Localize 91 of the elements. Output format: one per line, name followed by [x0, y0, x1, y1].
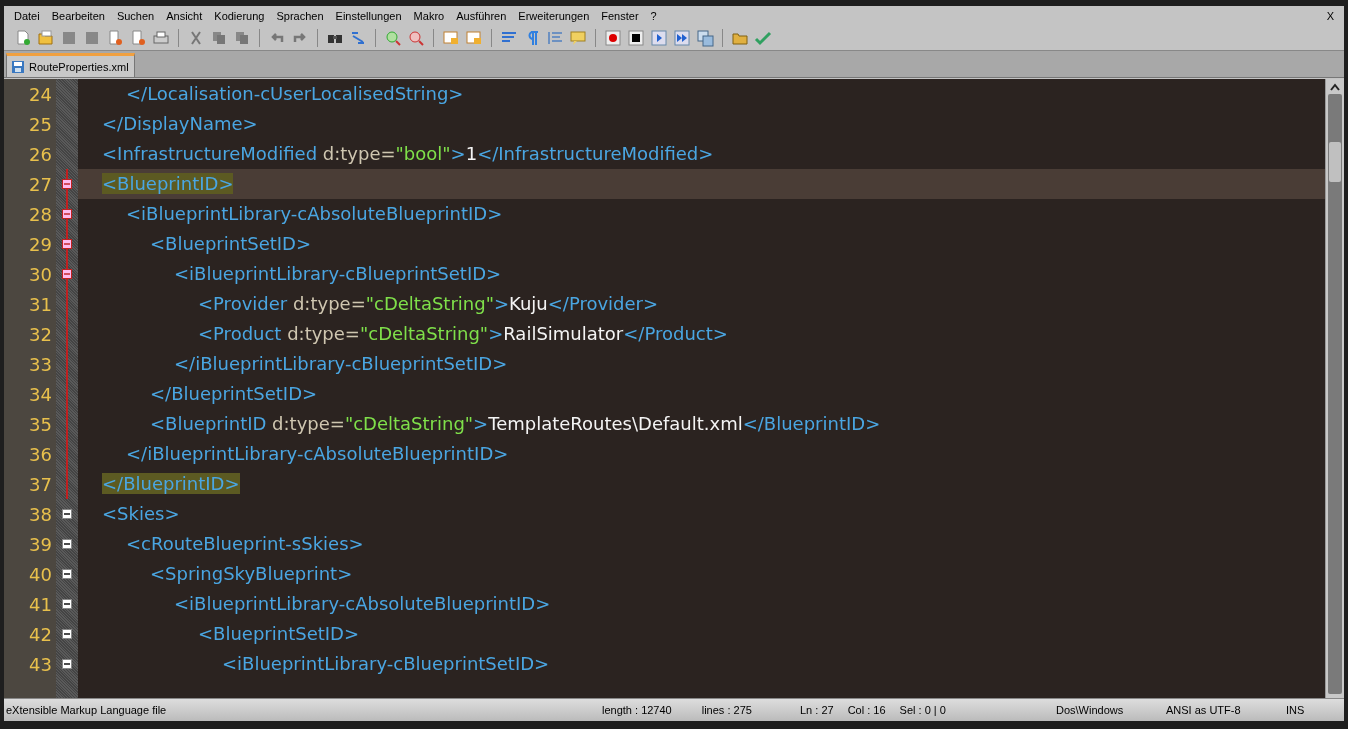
code-line: </iBlueprintLibrary-cAbsoluteBlueprintID> — [126, 442, 509, 466]
close-file-icon[interactable] — [106, 29, 124, 47]
encoding-label: ANSI as UTF-8 — [1166, 704, 1242, 716]
collapse-icon[interactable] — [62, 269, 72, 279]
line-number: 33 — [28, 353, 52, 375]
paste-icon[interactable] — [233, 29, 251, 47]
collapse-icon[interactable] — [62, 539, 72, 549]
code-line: <iBlueprintLibrary-cBlueprintSetID> — [174, 262, 502, 286]
selection-label: Sel : 0 | 0 — [899, 704, 946, 716]
menu-item[interactable]: ? — [644, 10, 663, 22]
line-number: 38 — [28, 503, 52, 525]
line-number: 24 — [28, 83, 52, 105]
collapse-icon[interactable] — [62, 659, 72, 669]
menu-item[interactable]: Ansicht — [160, 10, 209, 22]
collapse-icon[interactable] — [62, 629, 72, 639]
collapse-icon[interactable] — [62, 569, 72, 579]
scrollbar[interactable] — [1325, 79, 1344, 698]
menu-item[interactable]: Kodierung — [208, 10, 271, 22]
line-number: 34 — [28, 383, 52, 405]
code-line: </DisplayName> — [102, 112, 258, 136]
stop-icon[interactable] — [627, 29, 645, 47]
line-number: 40 — [28, 563, 52, 585]
lines-label: lines : 275 — [701, 704, 752, 716]
collapse-icon[interactable] — [62, 509, 72, 519]
line-number: 41 — [28, 593, 52, 615]
menu-item[interactable]: Bearbeiten — [45, 10, 111, 22]
line-number: 36 — [28, 443, 52, 465]
line-number: 29 — [28, 233, 52, 255]
code-line: </Localisation-cUserLocalisedString> — [126, 82, 464, 106]
menu-item[interactable]: Sprachen — [270, 10, 330, 22]
collapse-icon[interactable] — [62, 179, 72, 189]
collapse-icon[interactable] — [62, 239, 72, 249]
menu-item[interactable]: Fenster — [595, 10, 645, 22]
close-button[interactable]: X — [1326, 10, 1334, 22]
check-icon[interactable] — [754, 29, 772, 47]
line-number: 32 — [28, 323, 52, 345]
menu-item[interactable]: Ausführen — [450, 10, 513, 22]
file-tab[interactable]: RouteProperties.xml — [6, 53, 135, 77]
scroll-up-icon[interactable] — [1330, 83, 1340, 91]
menu-item[interactable]: Erweiterungen — [512, 10, 596, 22]
file-type-label: eXtensible Markup Language file — [6, 704, 168, 716]
menu-item[interactable]: Datei — [8, 10, 46, 22]
line-number: 37 — [28, 473, 52, 495]
new-file-icon[interactable] — [14, 29, 32, 47]
code-line: <iBlueprintLibrary-cAbsoluteBlueprintID> — [174, 592, 551, 616]
code-line: <BlueprintID d:type="cDeltaString">TemplateRoutes\Default.xml</BlueprintID> — [150, 412, 881, 436]
copy-icon[interactable] — [210, 29, 228, 47]
code-line: <InfrastructureModified d:type="bool">1</InfrastructureModified> — [102, 142, 714, 166]
replace-icon[interactable] — [349, 29, 367, 47]
play-icon[interactable] — [650, 29, 668, 47]
column-label: Col : 16 — [847, 704, 886, 716]
line-number: 28 — [28, 203, 52, 225]
code-line: <Skies> — [102, 502, 180, 526]
line-label: Ln : 27 — [800, 704, 834, 716]
eol-label: Dos\Windows — [1056, 704, 1125, 716]
zoom-out-icon[interactable] — [407, 29, 425, 47]
code-line: <Provider d:type="cDeltaString">Kuju</Provider> — [198, 292, 659, 316]
line-number: 30 — [28, 263, 52, 285]
indent-guide-icon[interactable] — [546, 29, 564, 47]
code-line: <BlueprintSetID> — [150, 232, 311, 256]
line-number: 27 — [28, 173, 52, 195]
length-label: length : 12740 — [602, 704, 672, 716]
print-icon[interactable] — [152, 29, 170, 47]
code-line: </iBlueprintLibrary-cBlueprintSetID> — [174, 352, 508, 376]
code-line: <iBlueprintLibrary-cBlueprintSetID> — [222, 652, 550, 676]
scroll-thumb[interactable] — [1329, 142, 1341, 182]
open-folder-icon[interactable] — [37, 29, 55, 47]
mode-label: INS — [1286, 704, 1306, 716]
code-line: <Product d:type="cDeltaString">RailSimulator</Product> — [198, 322, 728, 346]
line-number: 25 — [28, 113, 52, 135]
line-number: 39 — [28, 533, 52, 555]
record-icon[interactable] — [604, 29, 622, 47]
line-number: 42 — [28, 623, 52, 645]
code-line: <iBlueprintLibrary-cAbsoluteBlueprintID> — [126, 202, 503, 226]
collapse-icon[interactable] — [62, 599, 72, 609]
speech-icon[interactable] — [569, 29, 587, 47]
zoom-in-icon[interactable] — [384, 29, 402, 47]
close-all-icon[interactable] — [129, 29, 147, 47]
code-line: </BlueprintSetID> — [150, 382, 318, 406]
menu-item[interactable]: Suchen — [110, 10, 161, 22]
line-number: 26 — [28, 143, 52, 165]
collapse-icon[interactable] — [62, 209, 72, 219]
code-line: <cRouteBlueprint-sSkies> — [126, 532, 364, 556]
line-number: 31 — [28, 293, 52, 315]
menu-item[interactable]: Einstellungen — [329, 10, 408, 22]
line-number: 35 — [28, 413, 52, 435]
fast-forward-icon[interactable] — [673, 29, 691, 47]
code-line: <SpringSkyBlueprint> — [150, 562, 353, 586]
menu-item[interactable]: Makro — [407, 10, 451, 22]
line-number: 43 — [28, 653, 52, 675]
code-line: <BlueprintSetID> — [198, 622, 359, 646]
